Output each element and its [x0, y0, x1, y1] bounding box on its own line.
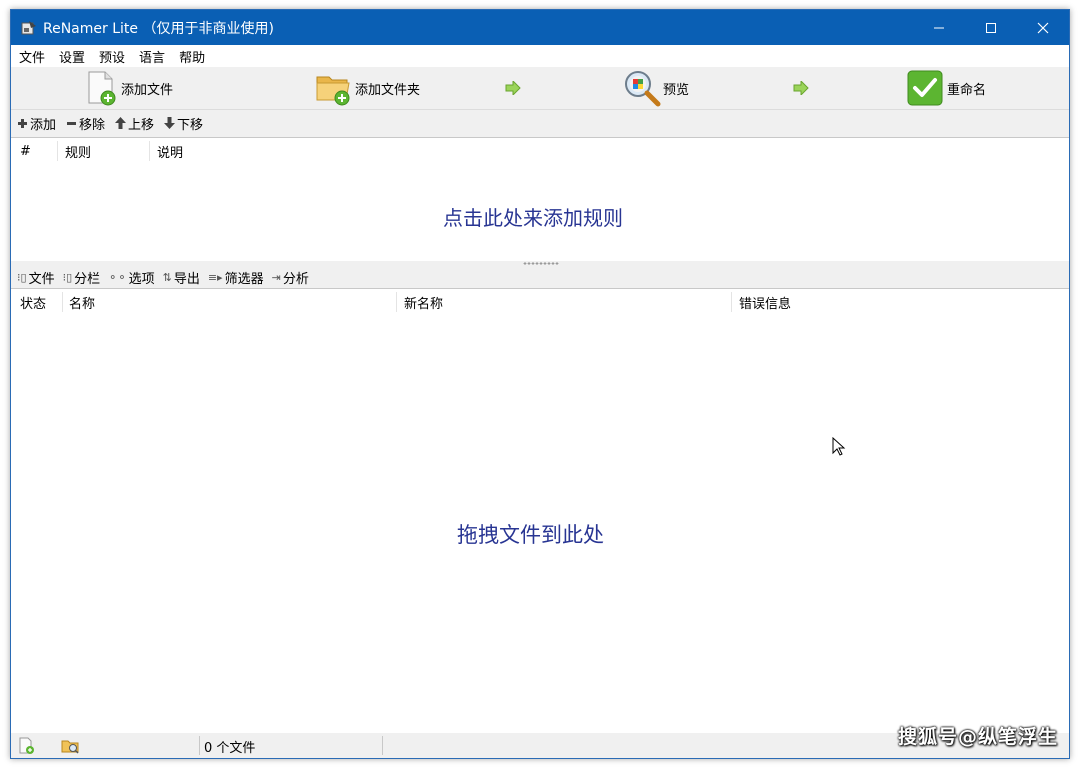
- add-rule-label: 添加: [30, 117, 57, 133]
- menu-help[interactable]: 帮助: [172, 47, 212, 66]
- maximize-icon: [986, 22, 996, 33]
- move-up-button[interactable]: 上移: [115, 114, 154, 133]
- remove-rule-label: 移除: [79, 117, 106, 133]
- minimize-button[interactable]: [913, 10, 965, 45]
- filter-icon: ≡▸: [207, 270, 223, 284]
- files-menu-button[interactable]: ⁝▯ 文件: [17, 268, 55, 287]
- add-files-label: 添加文件: [121, 82, 174, 98]
- rename-button[interactable]: 重命名: [907, 70, 986, 106]
- rules-col-rule[interactable]: 规则: [65, 138, 91, 164]
- move-down-button[interactable]: 下移: [164, 114, 203, 133]
- mouse-cursor-icon: [832, 437, 846, 456]
- checkmark-rename-icon: [907, 70, 943, 106]
- add-files-button[interactable]: 添加文件: [83, 70, 173, 106]
- files-toolbar: ⁝▯ 文件 ⁝▯ 分栏 ⚬⚬ 选项 ⇅ 导出 ≡▸ 筛选器 ⇥ 分析: [11, 266, 1069, 288]
- menu-bar: 文件 设置 预设 语言 帮助: [11, 45, 1069, 67]
- plus-icon: [17, 118, 28, 129]
- options-menu-label: 选项: [128, 271, 155, 287]
- move-up-label: 上移: [128, 117, 155, 133]
- filters-menu-button[interactable]: ≡▸ 筛选器: [208, 268, 264, 287]
- move-down-label: 下移: [177, 117, 204, 133]
- menu-settings[interactable]: 设置: [52, 47, 92, 66]
- options-icon: ⚬⚬: [108, 270, 127, 284]
- export-icon: ⇅: [162, 270, 172, 284]
- menu-file[interactable]: 文件: [11, 47, 52, 66]
- add-folders-button[interactable]: 添加文件夹: [315, 70, 420, 106]
- splitter-grip: [523, 262, 559, 265]
- add-file-icon: [88, 71, 116, 106]
- arrow-up-icon: [115, 117, 127, 129]
- app-logo-icon: [21, 20, 36, 34]
- add-folders-label: 添加文件夹: [355, 82, 421, 98]
- analyze-menu-button[interactable]: ⇥ 分析: [272, 268, 309, 287]
- window-title: ReNamer Lite （仅用于非商业使用): [43, 20, 274, 37]
- menu-language[interactable]: 语言: [132, 47, 172, 66]
- magnifier-preview-icon: [625, 71, 661, 107]
- folder-search-small-icon[interactable]: [61, 737, 81, 755]
- add-rule-hint[interactable]: 点击此处来添加规则: [443, 202, 623, 231]
- analyze-menu-label: 分析: [282, 271, 309, 287]
- minus-icon: [66, 118, 77, 129]
- preview-button[interactable]: 预览: [623, 70, 690, 107]
- arrow-down-icon: [164, 117, 176, 129]
- files-menu-icon: ⁝▯: [17, 270, 27, 284]
- filters-menu-label: 筛选器: [224, 271, 264, 287]
- minimize-icon: [934, 27, 944, 28]
- files-col-name[interactable]: 名称: [69, 289, 95, 315]
- watermark: 搜狐号@纵笔浮生: [897, 726, 1058, 748]
- files-col-error[interactable]: 错误信息: [739, 289, 791, 315]
- menu-presets[interactable]: 预设: [92, 47, 132, 66]
- files-table[interactable]: 状态 名称 新名称 错误信息 拖拽文件到此处: [11, 288, 1069, 734]
- rules-col-number[interactable]: #: [20, 138, 31, 164]
- files-col-new-name[interactable]: 新名称: [404, 289, 443, 315]
- preview-label: 预览: [663, 82, 690, 98]
- export-menu-button[interactable]: ⇅ 导出: [163, 268, 200, 287]
- columns-menu-label: 分栏: [74, 271, 101, 287]
- close-button[interactable]: [1017, 10, 1069, 45]
- rules-col-description[interactable]: 说明: [157, 138, 183, 164]
- drop-files-hint[interactable]: 拖拽文件到此处: [457, 519, 604, 549]
- close-icon: [1037, 22, 1049, 33]
- add-file-small-icon[interactable]: [17, 737, 35, 755]
- rules-toolbar: 添加 移除 上移 下移: [11, 110, 1069, 136]
- analyze-icon: ⇥: [271, 270, 281, 284]
- export-menu-label: 导出: [173, 271, 200, 287]
- arrow-right-icon: [793, 81, 809, 95]
- add-rule-button[interactable]: 添加: [17, 114, 56, 133]
- renamer-window: ReNamer Lite （仅用于非商业使用) 文件 设置 预设 语言 帮助 添…: [10, 9, 1070, 759]
- rules-table[interactable]: # 规则 说明 点击此处来添加规则: [11, 137, 1069, 262]
- remove-rule-button[interactable]: 移除: [66, 114, 105, 133]
- main-toolbar: 添加文件 添加文件夹 预览 重命名: [11, 67, 1069, 110]
- columns-icon: ⁝▯: [62, 270, 73, 284]
- files-menu-label: 文件: [28, 271, 55, 287]
- options-menu-button[interactable]: ⚬⚬ 选项: [108, 268, 154, 287]
- columns-menu-button[interactable]: ⁝▯ 分栏: [63, 268, 101, 287]
- file-count: 0 个文件: [204, 741, 256, 756]
- maximize-button[interactable]: [965, 10, 1017, 45]
- arrow-right-icon: [505, 81, 521, 95]
- rename-label: 重命名: [947, 82, 987, 98]
- add-folder-icon: [316, 76, 350, 106]
- title-bar[interactable]: ReNamer Lite （仅用于非商业使用): [11, 10, 1069, 45]
- files-col-status[interactable]: 状态: [20, 289, 46, 315]
